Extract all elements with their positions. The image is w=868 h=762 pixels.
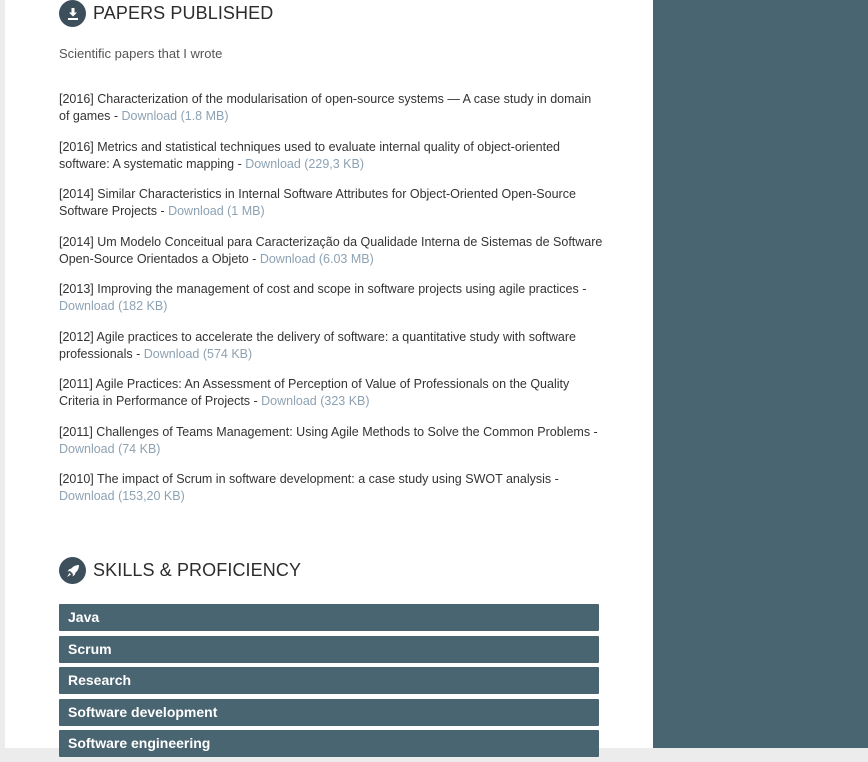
paper-download-link[interactable]: Download (1.8 MB) xyxy=(122,109,229,123)
papers-list: [2016] Characterization of the modularis… xyxy=(59,91,604,519)
paper-download-link[interactable]: Download (323 KB) xyxy=(261,394,369,408)
skill-bar: Research xyxy=(59,667,599,695)
skill-bar: Java xyxy=(59,604,599,631)
sidebar-panel xyxy=(653,0,868,748)
paper-citation: [2010] The impact of Scrum in software d… xyxy=(59,472,552,486)
paper-separator: - xyxy=(234,156,246,171)
paper-item: [2013] Improving the management of cost … xyxy=(59,281,604,315)
paper-citation: [2014] Similar Characteristics in Intern… xyxy=(59,187,576,218)
skills-list: Java Scrum Research Software development Sof… xyxy=(59,604,599,762)
papers-intro: Scientific papers that I wrote xyxy=(59,46,223,61)
paper-item: [2014] Similar Characteristics in Intern… xyxy=(59,186,604,220)
skill-bar: Software engineering xyxy=(59,730,599,758)
paper-separator: - xyxy=(578,282,587,296)
paper-item: [2016] Characterization of the modularis… xyxy=(59,91,604,125)
paper-item: [2011] Agile Practices: An Assessment of… xyxy=(59,376,604,410)
paper-download-link[interactable]: Download (574 KB) xyxy=(144,347,252,361)
paper-download-link[interactable]: Download (6.03 MB) xyxy=(260,252,374,266)
paper-separator: - xyxy=(250,394,262,408)
paper-separator: - xyxy=(551,472,559,486)
skills-section-title: SKILLS & PROFICIENCY xyxy=(93,560,302,580)
paper-separator: - xyxy=(110,109,122,123)
skill-bar: Software development xyxy=(59,698,599,726)
paper-separator: - xyxy=(132,346,144,361)
paper-download-link[interactable]: Download (74 KB) xyxy=(59,442,160,456)
main-content: PAPERS PUBLISHED Scientific papers that … xyxy=(5,0,653,758)
skills-section-header: SKILLS & PROFICIENCY xyxy=(59,557,301,584)
rocket-icon xyxy=(59,557,86,584)
papers-section-header: PAPERS PUBLISHED xyxy=(59,0,273,27)
paper-separator: - xyxy=(590,424,598,439)
paper-download-link[interactable]: Download (182 KB) xyxy=(59,299,167,313)
skill-bar: Scrum xyxy=(59,635,599,663)
papers-section-title: PAPERS PUBLISHED xyxy=(93,3,274,23)
paper-item: [2016] Metrics and statistical technique… xyxy=(59,139,604,173)
paper-separator: - xyxy=(248,251,260,266)
paper-citation: [2011] Challenges of Teams Management: U… xyxy=(59,424,591,439)
paper-download-link[interactable]: Download (229,3 KB) xyxy=(245,157,364,171)
paper-download-link[interactable]: Download (153,20 KB) xyxy=(59,489,185,503)
paper-item: [2014] Um Modelo Conceitual para Caracte… xyxy=(59,234,604,268)
paper-download-link[interactable]: Download (1 MB) xyxy=(168,204,265,218)
paper-item: [2011] Challenges of Teams Management: U… xyxy=(59,424,604,458)
paper-item: [2010] The impact of Scrum in software d… xyxy=(59,471,604,505)
download-icon xyxy=(59,0,86,27)
paper-item: [2012] Agile practices to accelerate the… xyxy=(59,329,604,363)
paper-citation: [2013] Improving the management of cost … xyxy=(59,282,579,296)
paper-separator: - xyxy=(156,204,169,218)
